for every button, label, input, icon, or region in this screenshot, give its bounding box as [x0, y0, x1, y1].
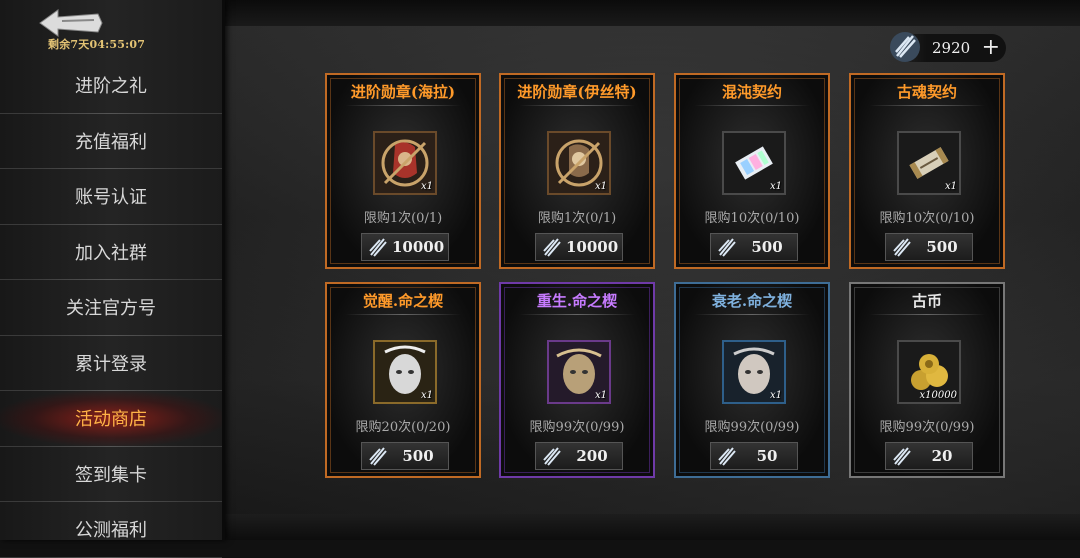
- crystal-shard-icon: [543, 238, 561, 257]
- item-price: 10000: [392, 238, 445, 256]
- event-timer: 剩余7天04:55:07: [48, 38, 146, 51]
- title-divider: [869, 314, 985, 315]
- sidebar-menu: 进阶之礼 充值福利 账号认证 加入社群 关注官方号 累计登录 活动商店 签到集卡…: [0, 58, 222, 558]
- top-band: [225, 0, 1080, 26]
- item-slot: x1: [547, 131, 611, 195]
- item-price: 50: [756, 447, 778, 465]
- sidebar-item-beta-welfare[interactable]: 公测福利: [0, 502, 222, 558]
- item-price: 10000: [566, 238, 619, 256]
- shop-card-hela-medal[interactable]: 进阶勋章(海拉) x1 限购1次(0/1) 10000: [325, 73, 481, 269]
- title-divider: [694, 314, 810, 315]
- sidebar-item-advance-gift[interactable]: 进阶之礼: [0, 58, 222, 114]
- buy-button[interactable]: 500: [361, 442, 449, 470]
- item-title: 衰老.命之楔: [711, 292, 793, 310]
- item-slot: x1: [897, 131, 961, 195]
- crystal-shard-icon: [369, 238, 387, 257]
- sidebar-item-recharge-bonus[interactable]: 充值福利: [0, 114, 222, 169]
- item-title: 混沌契约: [721, 83, 782, 101]
- title-divider: [345, 105, 461, 106]
- back-arrow-icon: [39, 9, 103, 37]
- crystal-shard-icon: [893, 238, 911, 257]
- buy-button[interactable]: 10000: [361, 233, 449, 261]
- item-slot: x10000: [897, 340, 961, 404]
- item-quantity: x1: [944, 181, 957, 192]
- sidebar-item-join-community[interactable]: 加入社群: [0, 225, 222, 280]
- buy-button[interactable]: 50: [710, 442, 798, 470]
- item-title: 古魂契约: [896, 83, 957, 101]
- buy-button[interactable]: 500: [710, 233, 798, 261]
- item-quantity: x1: [594, 390, 607, 401]
- buy-button[interactable]: 20: [885, 442, 973, 470]
- purchase-limit: 限购99次(0/99): [529, 420, 625, 435]
- crystal-shard-icon: [543, 447, 561, 466]
- add-currency-button[interactable]: +: [982, 35, 1000, 61]
- currency-amount: 2920: [932, 39, 971, 57]
- title-divider: [694, 105, 810, 106]
- buy-button[interactable]: 200: [535, 442, 623, 470]
- item-quantity: x10000: [919, 390, 957, 401]
- sidebar-item-checkin-cards[interactable]: 签到集卡: [0, 447, 222, 502]
- buy-button[interactable]: 10000: [535, 233, 623, 261]
- item-quantity: x1: [769, 390, 782, 401]
- shop-card-awakening-wedge[interactable]: 觉醒.命之楔 x1 限购20次(0/20) 500: [325, 282, 481, 478]
- purchase-limit: 限购1次(0/1): [363, 211, 443, 226]
- shop-card-decay-wedge[interactable]: 衰老.命之楔 x1 限购99次(0/99) 50: [674, 282, 830, 478]
- item-slot: x1: [547, 340, 611, 404]
- item-slot: x1: [722, 131, 786, 195]
- item-price: 20: [931, 447, 953, 465]
- item-title: 进阶勋章(伊丝特): [517, 83, 637, 101]
- back-button[interactable]: [36, 8, 106, 38]
- item-title: 觉醒.命之楔: [362, 292, 444, 310]
- title-divider: [519, 105, 635, 106]
- bottom-band: [225, 514, 1080, 540]
- shop-card-ancient-coin[interactable]: 古币 x10000 限购99次(0/99) 20: [849, 282, 1005, 478]
- crystal-shard-icon: [369, 447, 387, 466]
- purchase-limit: 限购20次(0/20): [355, 420, 451, 435]
- item-price: 200: [576, 447, 608, 465]
- title-divider: [869, 105, 985, 106]
- crystal-shard-icon: [718, 447, 736, 466]
- purchase-limit: 限购10次(0/10): [704, 211, 800, 226]
- crystal-shard-icon: [718, 238, 736, 257]
- shop-card-rebirth-wedge[interactable]: 重生.命之楔 x1 限购99次(0/99) 200: [499, 282, 655, 478]
- currency-display: 2920 +: [890, 32, 1006, 62]
- item-quantity: x1: [769, 181, 782, 192]
- shop-card-ancient-soul-contract[interactable]: 古魂契约 x1 限购10次(0/10) 500: [849, 73, 1005, 269]
- item-price: 500: [402, 447, 434, 465]
- item-title: 重生.命之楔: [536, 292, 618, 310]
- sidebar-item-event-shop[interactable]: 活动商店: [0, 391, 222, 447]
- title-divider: [345, 314, 461, 315]
- shop-card-ester-medal[interactable]: 进阶勋章(伊丝特) x1 限购1次(0/1) 10000: [499, 73, 655, 269]
- item-slot: x1: [373, 131, 437, 195]
- item-quantity: x1: [420, 181, 433, 192]
- item-title: 进阶勋章(海拉): [350, 83, 456, 101]
- purchase-limit: 限购10次(0/10): [879, 211, 975, 226]
- purchase-limit: 限购99次(0/99): [704, 420, 800, 435]
- item-price: 500: [751, 238, 783, 256]
- item-title: 古币: [911, 292, 942, 310]
- purchase-limit: 限购99次(0/99): [879, 420, 975, 435]
- item-slot: x1: [373, 340, 437, 404]
- item-quantity: x1: [420, 390, 433, 401]
- item-price: 500: [926, 238, 958, 256]
- purchase-limit: 限购1次(0/1): [537, 211, 617, 226]
- sidebar-item-login-reward[interactable]: 累计登录: [0, 336, 222, 391]
- item-quantity: x1: [594, 181, 607, 192]
- sidebar-item-account-verify[interactable]: 账号认证: [0, 169, 222, 225]
- shop-card-chaos-contract[interactable]: 混沌契约 x1 限购10次(0/10) 500: [674, 73, 830, 269]
- item-slot: x1: [722, 340, 786, 404]
- sidebar-item-follow-official[interactable]: 关注官方号: [0, 280, 222, 336]
- title-divider: [519, 314, 635, 315]
- buy-button[interactable]: 500: [885, 233, 973, 261]
- sidebar: 剩余7天04:55:07 进阶之礼 充值福利 账号认证 加入社群 关注官方号 累…: [0, 0, 225, 558]
- crystal-shard-icon: [890, 32, 920, 62]
- crystal-shard-icon: [893, 447, 911, 466]
